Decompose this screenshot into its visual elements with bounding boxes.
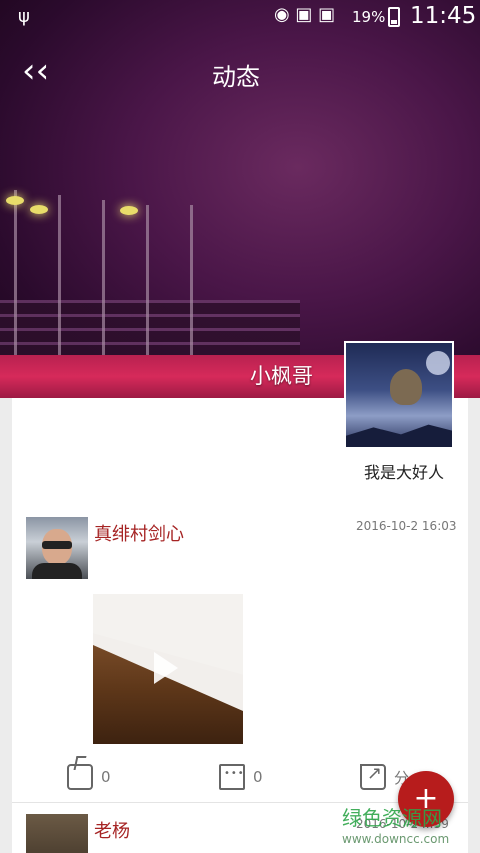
thumbs-up-icon xyxy=(67,764,93,790)
moon-shape xyxy=(426,351,450,375)
post-author-name[interactable]: 真绯村剑心 xyxy=(94,520,184,546)
cover-bleachers xyxy=(0,300,300,358)
back-arrow-icon[interactable]: ‹‹ xyxy=(22,54,62,90)
comment-icon xyxy=(219,764,245,790)
post-author-name[interactable]: 老杨 xyxy=(94,817,130,843)
play-icon[interactable] xyxy=(154,652,178,684)
watermark-text: 绿色资源网 xyxy=(342,806,442,830)
post-timestamp: 2016-10-2 16:03 xyxy=(356,519,457,533)
site-watermark: 绿色资源网 www.downcc.com xyxy=(342,802,480,846)
battery-icon xyxy=(388,7,400,27)
mountain-shape xyxy=(346,424,452,447)
profile-username: 小枫哥 xyxy=(250,364,313,388)
balloon-shape xyxy=(390,369,422,405)
profile-cover-image: ψ ◉ ▣ ▣ 19% 11:45 ‹‹ 动态 小枫哥 xyxy=(0,0,480,398)
usb-icon: ψ xyxy=(18,6,30,27)
share-icon xyxy=(360,763,386,790)
profile-avatar[interactable] xyxy=(344,341,454,449)
profile-signature: 我是大好人 xyxy=(364,463,445,482)
app-screen: ψ ◉ ▣ ▣ 19% 11:45 ‹‹ 动态 小枫哥 我是大好人 真绯村剑心 … xyxy=(0,0,480,853)
battery-percent: 19% xyxy=(352,8,386,26)
comment-count: 0 xyxy=(253,768,263,786)
post-author-avatar[interactable] xyxy=(26,517,88,579)
post-video-thumbnail[interactable] xyxy=(93,594,243,744)
status-time: 11:45 xyxy=(410,3,477,29)
status-bar: ψ ◉ ▣ ▣ 19% 11:45 xyxy=(0,0,480,36)
post-author-avatar[interactable] xyxy=(26,814,88,853)
page-title: 动态 xyxy=(212,63,260,91)
watermark-url: www.downcc.com xyxy=(342,832,450,846)
comment-button[interactable]: 0 xyxy=(219,764,263,790)
like-count: 0 xyxy=(101,768,111,786)
signal-icons: ◉ ▣ ▣ xyxy=(274,4,336,25)
like-button[interactable]: 0 xyxy=(67,764,111,790)
